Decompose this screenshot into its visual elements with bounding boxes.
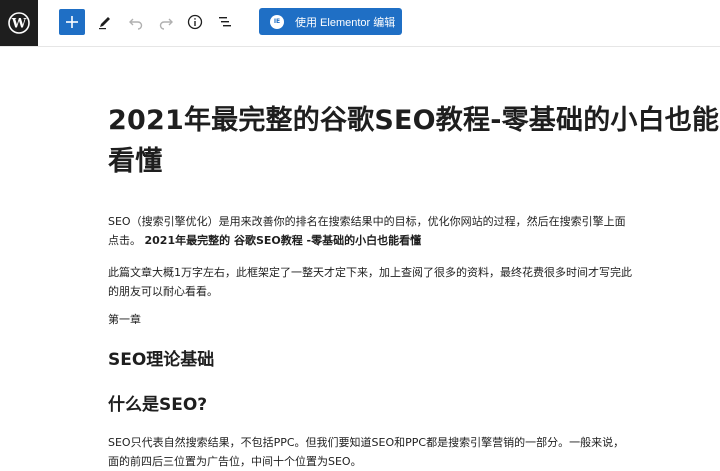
paragraph-intro[interactable]: SEO（搜索引擎优化）是用来改善你的排名在搜索结果中的目标，优化你网站的过程，然… [108,212,720,250]
paragraph-overview[interactable]: 此篇文章大概1万字左右，此框架定了一整天才定下来，加上查阅了很多的资料，最终花费… [108,263,720,301]
paragraph-overview-line1: 此篇文章大概1万字左右，此框架定了一整天才定下来，加上查阅了很多的资料，最终花费… [108,266,632,279]
elementor-icon: IE [270,14,284,29]
editor-toolbar: W IE 使用 Elementor 编辑 [0,0,720,47]
heading-seo-theory[interactable]: SEO理论基础 [108,348,214,372]
add-block-button[interactable] [59,9,85,35]
paragraph-seo-definition-line1: SEO只代表自然搜索结果，不包括PPC。但我们要知道SEO和PPC都是搜索引擎营… [108,436,625,449]
paragraph-intro-line1: SEO（搜索引擎优化）是用来改善你的排名在搜索结果中的目标，优化你网站的过程，然… [108,215,626,228]
wordpress-logo-icon[interactable]: W [0,0,38,46]
undo-icon [129,18,143,30]
paragraph-overview-line2: 的朋友可以耐心看看。 [108,285,218,298]
edit-with-elementor-button[interactable]: IE 使用 Elementor 编辑 [259,8,402,35]
redo-icon [159,18,173,30]
details-button[interactable] [183,10,207,34]
list-view-icon [219,17,231,27]
paragraph-intro-line2-prefix: 点击。 [108,234,141,247]
list-view-button[interactable] [213,10,237,34]
plus-icon [66,16,78,28]
heading-what-is-seo[interactable]: 什么是SEO? [108,393,207,417]
pencil-icon [99,17,110,30]
edit-with-elementor-label: 使用 Elementor 编辑 [295,16,396,29]
info-icon [187,14,203,30]
redo-button[interactable] [154,10,178,34]
svg-text:W: W [11,17,27,32]
chapter-label[interactable]: 第一章 [108,312,141,328]
edit-mode-button[interactable] [93,10,117,34]
paragraph-intro-line2-bold: 2021年最完整的 谷歌SEO教程 -零基础的小白也能看懂 [144,234,422,247]
undo-button[interactable] [124,10,148,34]
post-title[interactable]: 2021年最完整的谷歌SEO教程-零基础的小白也能看懂 [108,100,720,182]
paragraph-seo-definition[interactable]: SEO只代表自然搜索结果，不包括PPC。但我们要知道SEO和PPC都是搜索引擎营… [108,433,720,471]
